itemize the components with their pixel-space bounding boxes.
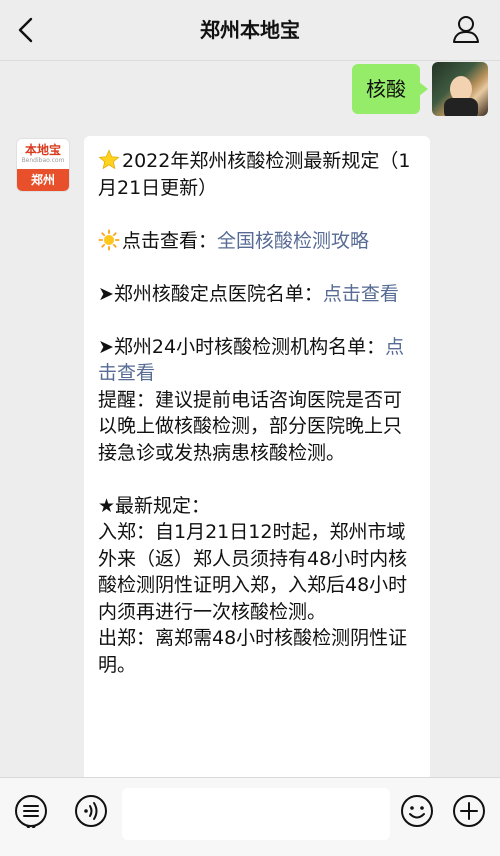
title-text: 2022年郑州核酸检测最新规定（1月21日更新） xyxy=(98,150,411,199)
hospitals-prefix: ➤郑州核酸定点医院名单： xyxy=(98,282,323,305)
more-button[interactable] xyxy=(452,794,486,828)
emoji-button[interactable] xyxy=(400,794,434,828)
outgoing-message: 核酸 xyxy=(352,62,488,116)
message-line-24h: ➤郑州24小时核酸检测机构名单：点击查看 xyxy=(98,334,418,387)
person-icon xyxy=(453,16,479,43)
emoji-icon xyxy=(401,795,433,827)
menu-button[interactable] xyxy=(14,794,48,832)
national-prefix: 点击查看： xyxy=(122,229,218,252)
outgoing-bubble[interactable]: 核酸 xyxy=(352,64,428,114)
user-avatar[interactable] xyxy=(432,62,488,116)
profile-button[interactable] xyxy=(450,13,482,45)
sender-logo: 本地宝 Bendibao.com xyxy=(17,139,69,169)
voice-button[interactable] xyxy=(74,794,108,828)
message-line-latest: ★最新规定： xyxy=(98,494,211,517)
message-line-hospitals: ➤郑州核酸定点医院名单：点击查看 xyxy=(98,281,418,308)
star-icon xyxy=(98,149,120,170)
message-line-entry: 入郑：自1月21日12时起，郑州市域外来（返）郑人员须持有48小时内核酸检测阴性… xyxy=(98,521,408,623)
avatar-body-shape xyxy=(444,98,478,116)
hospitals-link[interactable]: 点击查看 xyxy=(323,283,399,305)
message-line-national: 点击查看：全国核酸检测攻略 xyxy=(98,228,418,255)
logo-text-cn: 本地宝 xyxy=(24,143,61,157)
menu-list-icon xyxy=(15,795,47,832)
chat-screen: 郑州本地宝 核酸 本地宝 Bendibao.com 郑州 2022年郑州核酸检测… xyxy=(0,0,500,856)
message-line-exit: 出郑：离郑需48小时核酸检测阴性证明。 xyxy=(98,627,408,676)
message-input[interactable] xyxy=(122,788,390,840)
voice-icon xyxy=(75,795,107,827)
plus-icon xyxy=(453,795,485,827)
message-line-title: 2022年郑州核酸检测最新规定（1月21日更新） xyxy=(98,148,418,201)
national-guide-link[interactable]: 全国核酸检测攻略 xyxy=(217,230,369,252)
sun-icon xyxy=(98,228,120,251)
input-bar xyxy=(0,777,500,856)
logo-city: 郑州 xyxy=(17,169,69,191)
chat-title: 郑州本地宝 xyxy=(200,18,300,42)
sender-avatar[interactable]: 本地宝 Bendibao.com 郑州 xyxy=(16,138,70,192)
message-line-reminder: 提醒：建议提前电话咨询医院是否可以晚上做核酸检测，部分医院晚上只接急诊或发热病患… xyxy=(98,388,403,464)
24h-prefix: ➤郑州24小时核酸检测机构名单： xyxy=(98,335,386,358)
incoming-bubble: 2022年郑州核酸检测最新规定（1月21日更新） 点击查看：全国核酸检测攻略 ➤… xyxy=(84,136,430,836)
logo-text-en: Bendibao.com xyxy=(21,157,65,164)
top-bar: 郑州本地宝 xyxy=(0,0,500,61)
